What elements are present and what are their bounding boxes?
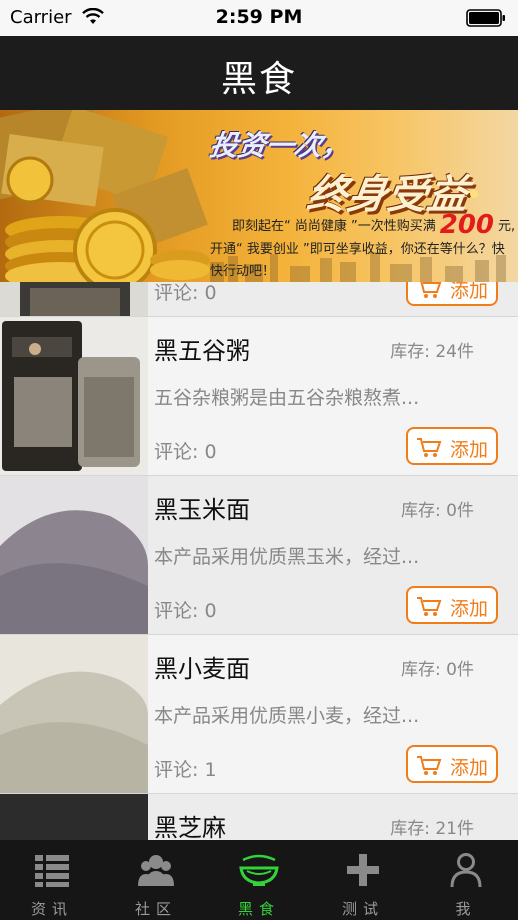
product-name: 黑小麦面 [154, 655, 250, 683]
comment-count: 评论: 0 [154, 282, 217, 304]
list-item[interactable]: 评论: 0 添加 [0, 282, 518, 316]
list-item[interactable]: 黑五谷粥 库存: 24件 五谷杂粮粥是由五谷杂粮熬煮... 评论: 0 添加 [0, 317, 518, 475]
battery-icon [466, 9, 505, 27]
product-thumbnail [0, 317, 148, 475]
product-stock: 库存: 0件 [401, 660, 474, 680]
tab-news[interactable]: 资讯 [0, 840, 104, 920]
cart-icon [417, 756, 442, 775]
tab-label: 测试 [341, 900, 384, 918]
add-to-cart-label: 添加 [450, 282, 489, 302]
banner-cta-line: 快行动吧！ [210, 264, 276, 279]
tab-label: 黑食 [237, 900, 280, 918]
page-title: 黑食 [220, 59, 297, 100]
banner-invite-line: 开通“ 我要创业 ”即可坐享收益，你还在等什么？快 [210, 242, 505, 257]
product-description: 本产品采用优质黑小麦，经过... [154, 705, 420, 727]
list-item[interactable]: 黑玉米面 库存: 0件 本产品采用优质黑玉米，经过... 评论: 0 添加 [0, 476, 518, 634]
product-name: 黑芝麻 [154, 814, 226, 840]
tab-me[interactable]: 我 [414, 840, 518, 920]
add-to-cart-label: 添加 [450, 599, 489, 620]
product-thumbnail [0, 476, 148, 634]
list-item[interactable]: 黑小麦面 库存: 0件 本产品采用优质黑小麦，经过... 评论: 1 添加 [0, 635, 518, 793]
product-thumbnail [0, 635, 148, 793]
status-bar: Carrier 2:59 PM [0, 0, 518, 36]
tab-community[interactable]: 社区 [104, 840, 208, 920]
bowl-icon [239, 854, 279, 886]
tab-label: 资讯 [30, 900, 73, 918]
tab-label: 我 [455, 900, 477, 918]
add-to-cart-button[interactable]: 添加 [406, 427, 498, 465]
product-stock: 库存: 24件 [390, 342, 474, 362]
banner-offer-prefix: 即刻起在“ 尚尚健康 ”一次性购买满 [232, 219, 436, 234]
comment-count: 评论: 0 [154, 600, 217, 622]
product-thumbnail [0, 794, 148, 840]
list-item[interactable]: 黑芝麻 库存: 21件 [0, 794, 518, 840]
community-people-icon [138, 855, 174, 886]
add-to-cart-button[interactable]: 添加 [406, 586, 498, 624]
product-stock: 库存: 21件 [390, 819, 474, 839]
product-thumbnail [0, 282, 148, 316]
tab-black-food[interactable]: 黑食 [207, 840, 311, 920]
banner-offer-amount: 200 [439, 210, 495, 240]
product-name: 黑五谷粥 [154, 337, 250, 365]
tab-bar: 资讯 社区 黑食 测试 我 [0, 840, 518, 920]
gold-coins-illustration [0, 110, 210, 282]
product-list[interactable]: 评论: 0 添加 黑五谷粥 库存: 24件 五谷杂粮粥是由五谷杂粮熬煮... 评… [0, 282, 518, 840]
product-name: 黑玉米面 [154, 496, 250, 524]
add-to-cart-button[interactable]: 添加 [406, 282, 498, 306]
product-stock: 库存: 0件 [401, 501, 474, 521]
navigation-bar: 黑食 [0, 36, 518, 110]
promo-banner[interactable]: 投资一次， 终身受益 即刻起在“ 尚尚健康 ”一次性购买满 200 元, 开通“ 我… [0, 110, 518, 282]
person-icon [450, 853, 482, 888]
add-to-cart-label: 添加 [450, 440, 489, 461]
add-to-cart-button[interactable]: 添加 [406, 745, 498, 783]
product-description: 五谷杂粮粥是由五谷杂粮熬煮... [154, 387, 420, 409]
banner-offer-line: 即刻起在“ 尚尚健康 ”一次性购买满 200 元, [232, 210, 515, 240]
tab-label: 社区 [134, 900, 177, 918]
cart-icon [417, 597, 442, 616]
banner-offer-suffix: 元, [498, 219, 516, 234]
banner-slogan-top: 投资一次， [207, 129, 353, 162]
banner-dot [470, 190, 478, 198]
plus-icon [347, 854, 379, 886]
product-description: 本产品采用优质黑玉米，经过... [154, 546, 420, 568]
comment-count: 评论: 0 [154, 441, 217, 463]
screen: Carrier 2:59 PM 黑食 投资一次， 终身受益 即刻起在“ 尚尚健康… [0, 0, 518, 920]
comment-count: 评论: 1 [154, 759, 217, 781]
cart-icon [417, 438, 442, 457]
cart-icon [420, 282, 442, 298]
clock: 2:59 PM [215, 6, 303, 28]
news-grid-icon [35, 855, 69, 887]
tab-test[interactable]: 测试 [311, 840, 415, 920]
add-to-cart-label: 添加 [450, 758, 489, 779]
